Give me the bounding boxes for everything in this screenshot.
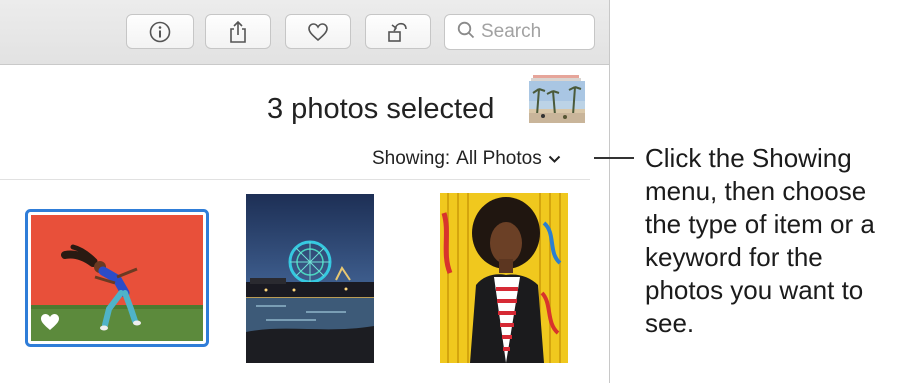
search-field[interactable] <box>444 14 595 50</box>
showing-value: All Photos <box>456 148 542 169</box>
divider <box>0 179 590 180</box>
callout-leader-line <box>594 157 634 159</box>
favorite-button[interactable] <box>285 14 351 49</box>
callout-text: Click the Showing menu, then choose the … <box>645 143 875 338</box>
heart-icon <box>307 22 329 42</box>
toolbar <box>0 0 609 65</box>
selection-thumbnail-stack <box>529 75 585 123</box>
showing-label: Showing: <box>372 148 451 169</box>
chevron-down-icon <box>548 148 561 170</box>
photo-thumbnail-dancer[interactable] <box>25 209 209 347</box>
info-button[interactable] <box>126 14 194 49</box>
photo-thumbnail-pier[interactable] <box>246 194 374 363</box>
share-icon <box>228 20 248 44</box>
heart-icon <box>39 312 61 332</box>
info-icon <box>149 21 171 43</box>
search-input[interactable] <box>481 21 581 43</box>
selection-summary: 3 photos selected <box>267 93 495 125</box>
photos-window: 3 photos selected Showing: All Photos <box>0 0 610 383</box>
share-button[interactable] <box>205 14 271 49</box>
photo-thumbnail-portrait[interactable] <box>440 193 568 363</box>
search-icon <box>457 21 475 44</box>
showing-menu[interactable]: Showing: All Photos <box>372 148 561 170</box>
rotate-icon <box>386 20 410 44</box>
rotate-button[interactable] <box>365 14 431 49</box>
